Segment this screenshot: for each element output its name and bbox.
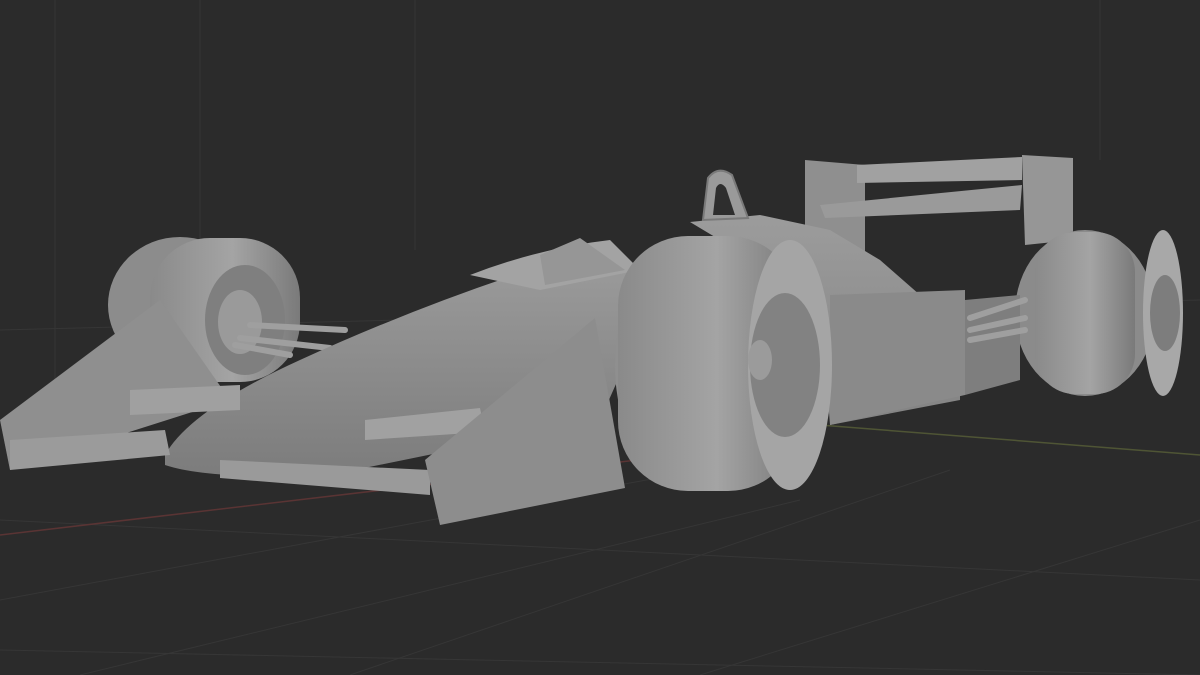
3d-viewport[interactable] [0, 0, 1200, 675]
y-axis-line [819, 424, 1200, 456]
rear-right-tire [1015, 230, 1183, 396]
f1-car-model[interactable] [0, 155, 1183, 525]
front-right-tire [615, 236, 832, 491]
viewport-canvas[interactable] [0, 0, 1200, 675]
